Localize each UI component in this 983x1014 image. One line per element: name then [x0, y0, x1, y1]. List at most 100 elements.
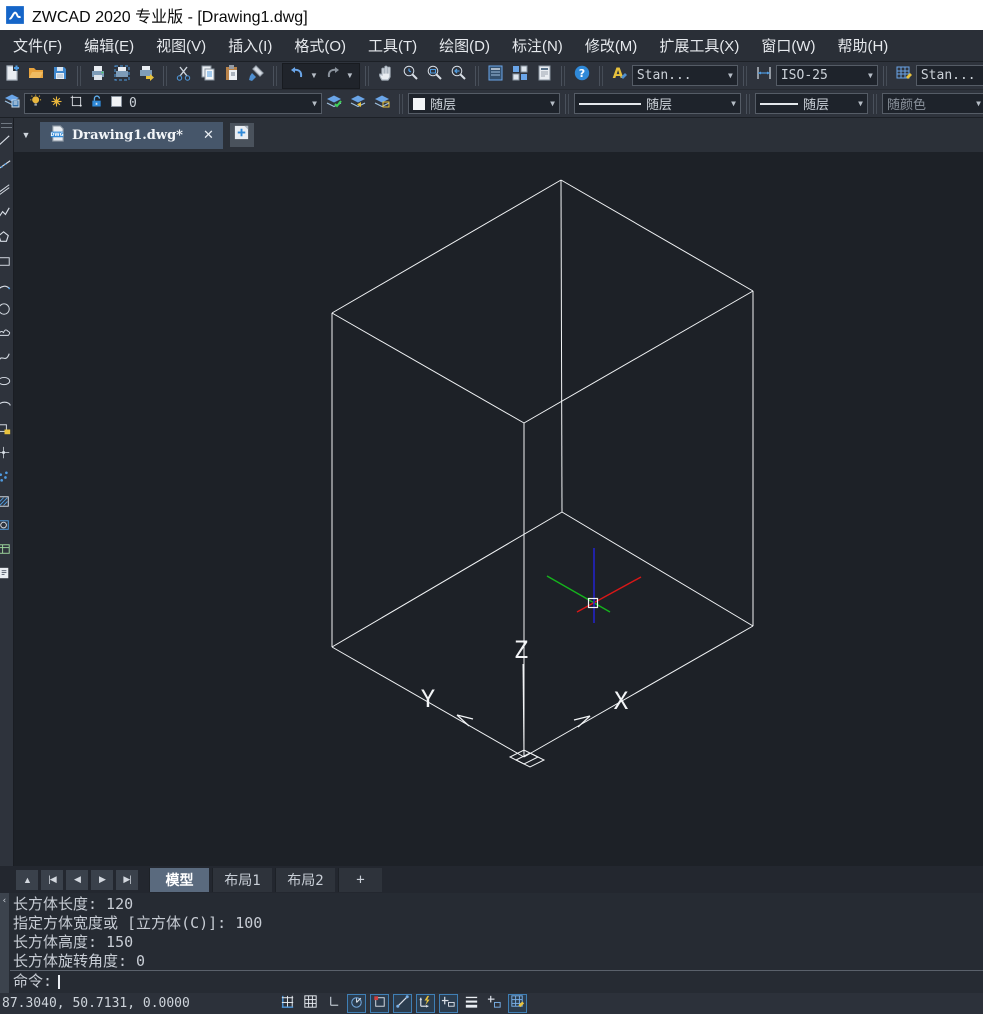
print-preview-button[interactable]	[110, 64, 134, 88]
design-center-button[interactable]	[508, 64, 532, 88]
drawing-canvas[interactable]: XYZ	[14, 152, 983, 866]
dim-style-button[interactable]	[752, 64, 776, 88]
color-combo[interactable]: 随层▼	[408, 93, 560, 114]
draw-tool-polyline[interactable]	[0, 204, 13, 228]
save-button[interactable]	[48, 64, 72, 88]
cut-button[interactable]	[172, 64, 196, 88]
menu-file[interactable]: 文件(F)	[2, 30, 73, 61]
plot-button[interactable]	[134, 64, 158, 88]
layout-tab-模型[interactable]: 模型	[149, 868, 209, 892]
draw-tool-hatch[interactable]	[0, 492, 13, 516]
annotation-monitor-toggle[interactable]	[508, 994, 527, 1013]
dynamic-ucs-toggle[interactable]	[439, 994, 458, 1013]
text-style-combo[interactable]: Stan...▼	[632, 65, 738, 86]
menu-tools[interactable]: 工具(T)	[357, 30, 428, 61]
menu-insert[interactable]: 插入(I)	[217, 30, 283, 61]
draw-tool-arc[interactable]	[0, 276, 13, 300]
new-drawing-tab-button[interactable]	[230, 123, 254, 147]
first-tab-button[interactable]: |◀	[41, 870, 63, 890]
draw-tool-ellipse[interactable]	[0, 372, 13, 396]
draw-tool-rectangle[interactable]	[0, 252, 13, 276]
document-list-button[interactable]: ▼	[19, 130, 33, 140]
show-lineweight-toggle[interactable]	[462, 994, 481, 1013]
table-style-button[interactable]	[892, 64, 916, 88]
menu-window[interactable]: 窗口(W)	[750, 30, 826, 61]
layer-manager-button[interactable]	[0, 92, 24, 116]
copy-button[interactable]	[196, 64, 220, 88]
menu-help[interactable]: 帮助(H)	[826, 30, 899, 61]
layer-translate-button[interactable]	[370, 92, 394, 116]
draw-tool-spline[interactable]	[0, 348, 13, 372]
grid-display-toggle[interactable]	[301, 994, 320, 1013]
redo-button[interactable]	[321, 64, 345, 88]
properties-palette-button[interactable]	[484, 64, 508, 88]
draw-tool-multiline[interactable]	[0, 180, 13, 204]
menu-draw[interactable]: 绘图(D)	[428, 30, 501, 61]
redo-dropdown-icon[interactable]: ▼	[346, 71, 354, 80]
draw-tool-polygon[interactable]	[0, 228, 13, 252]
draw-tool-boundary[interactable]	[0, 516, 13, 540]
next-tab-button[interactable]: ▶	[91, 870, 113, 890]
draw-tool-gradient[interactable]	[0, 468, 13, 492]
command-prompt-row[interactable]: 命令:	[10, 970, 983, 992]
tool-palette-button[interactable]	[532, 64, 556, 88]
undo-dropdown-icon[interactable]: ▼	[310, 71, 318, 80]
draw-tool-ellipse-arc[interactable]	[0, 396, 13, 420]
format-painter-button[interactable]	[244, 64, 268, 88]
draw-tool-circle[interactable]	[0, 300, 13, 324]
menu-format[interactable]: 格式(O)	[283, 30, 357, 61]
new-file-button[interactable]	[0, 64, 24, 88]
layer-previous-button[interactable]	[346, 92, 370, 116]
viewport-square-icon[interactable]	[69, 94, 84, 113]
snap-mode-toggle[interactable]	[278, 994, 297, 1013]
command-scrollbar[interactable]: ‹	[0, 893, 9, 993]
dynamic-input-toggle[interactable]	[416, 994, 435, 1013]
polar-tracking-toggle[interactable]	[347, 994, 366, 1013]
draw-tool-line[interactable]	[0, 132, 13, 156]
add-layout-button[interactable]: +	[338, 868, 382, 892]
linetype-combo[interactable]: 随层▼	[574, 93, 741, 114]
last-tab-button[interactable]: ▶|	[116, 870, 138, 890]
menu-modify[interactable]: 修改(M)	[574, 30, 649, 61]
bulb-on-icon[interactable]	[29, 94, 44, 113]
dim-style-combo[interactable]: ISO-25▼	[776, 65, 878, 86]
draw-tool-point[interactable]	[0, 444, 13, 468]
layout-tab-布局2[interactable]: 布局2	[275, 868, 335, 892]
menu-view[interactable]: 视图(V)	[145, 30, 217, 61]
menu-edit[interactable]: 编辑(E)	[73, 30, 145, 61]
close-tab-icon[interactable]: ✕	[203, 128, 214, 143]
open-folder-button[interactable]	[24, 64, 48, 88]
layer-combo[interactable]: 0▼	[24, 93, 322, 114]
plot-style-combo[interactable]: 随颜色▼	[882, 93, 983, 114]
table-style-combo[interactable]: Stan...▼	[916, 65, 983, 86]
zoom-window-button[interactable]	[422, 64, 446, 88]
layer-states-button[interactable]	[322, 92, 346, 116]
print-button[interactable]	[86, 64, 110, 88]
ortho-mode-toggle[interactable]	[324, 994, 343, 1013]
menu-dimension[interactable]: 标注(N)	[501, 30, 574, 61]
zoom-realtime-button[interactable]	[398, 64, 422, 88]
layout-menu-button[interactable]: ▲	[16, 870, 38, 890]
menu-express[interactable]: 扩展工具(X)	[648, 30, 750, 61]
draw-tool-table[interactable]	[0, 540, 13, 564]
pan-button[interactable]	[374, 64, 398, 88]
prev-tab-button[interactable]: ◀	[66, 870, 88, 890]
command-window[interactable]: ‹ 长方体长度: 120指定方体宽度或 [立方体(C)]: 100长方体高度: …	[0, 893, 983, 993]
quick-properties-toggle[interactable]	[485, 994, 504, 1013]
object-snap-toggle[interactable]	[370, 994, 389, 1013]
draw-tool-insert-block[interactable]	[0, 420, 13, 444]
thaw-sun-icon[interactable]	[49, 94, 64, 113]
help-button[interactable]: ?	[570, 64, 594, 88]
text-style-button[interactable]: A	[608, 64, 632, 88]
lineweight-combo[interactable]: 随层▼	[755, 93, 868, 114]
draw-tool-mtext[interactable]	[0, 564, 13, 588]
color-swatch-white-icon[interactable]	[109, 94, 124, 113]
document-tab-active[interactable]: DWG Drawing1.dwg* ✕	[40, 122, 223, 149]
object-snap-tracking-toggle[interactable]	[393, 994, 412, 1013]
draw-tool-revision-cloud[interactable]	[0, 324, 13, 348]
layout-tab-布局1[interactable]: 布局1	[212, 868, 272, 892]
zoom-previous-button[interactable]	[446, 64, 470, 88]
toolbar-grip[interactable]	[1, 123, 12, 128]
draw-tool-construction-line[interactable]	[0, 156, 13, 180]
paste-button[interactable]	[220, 64, 244, 88]
